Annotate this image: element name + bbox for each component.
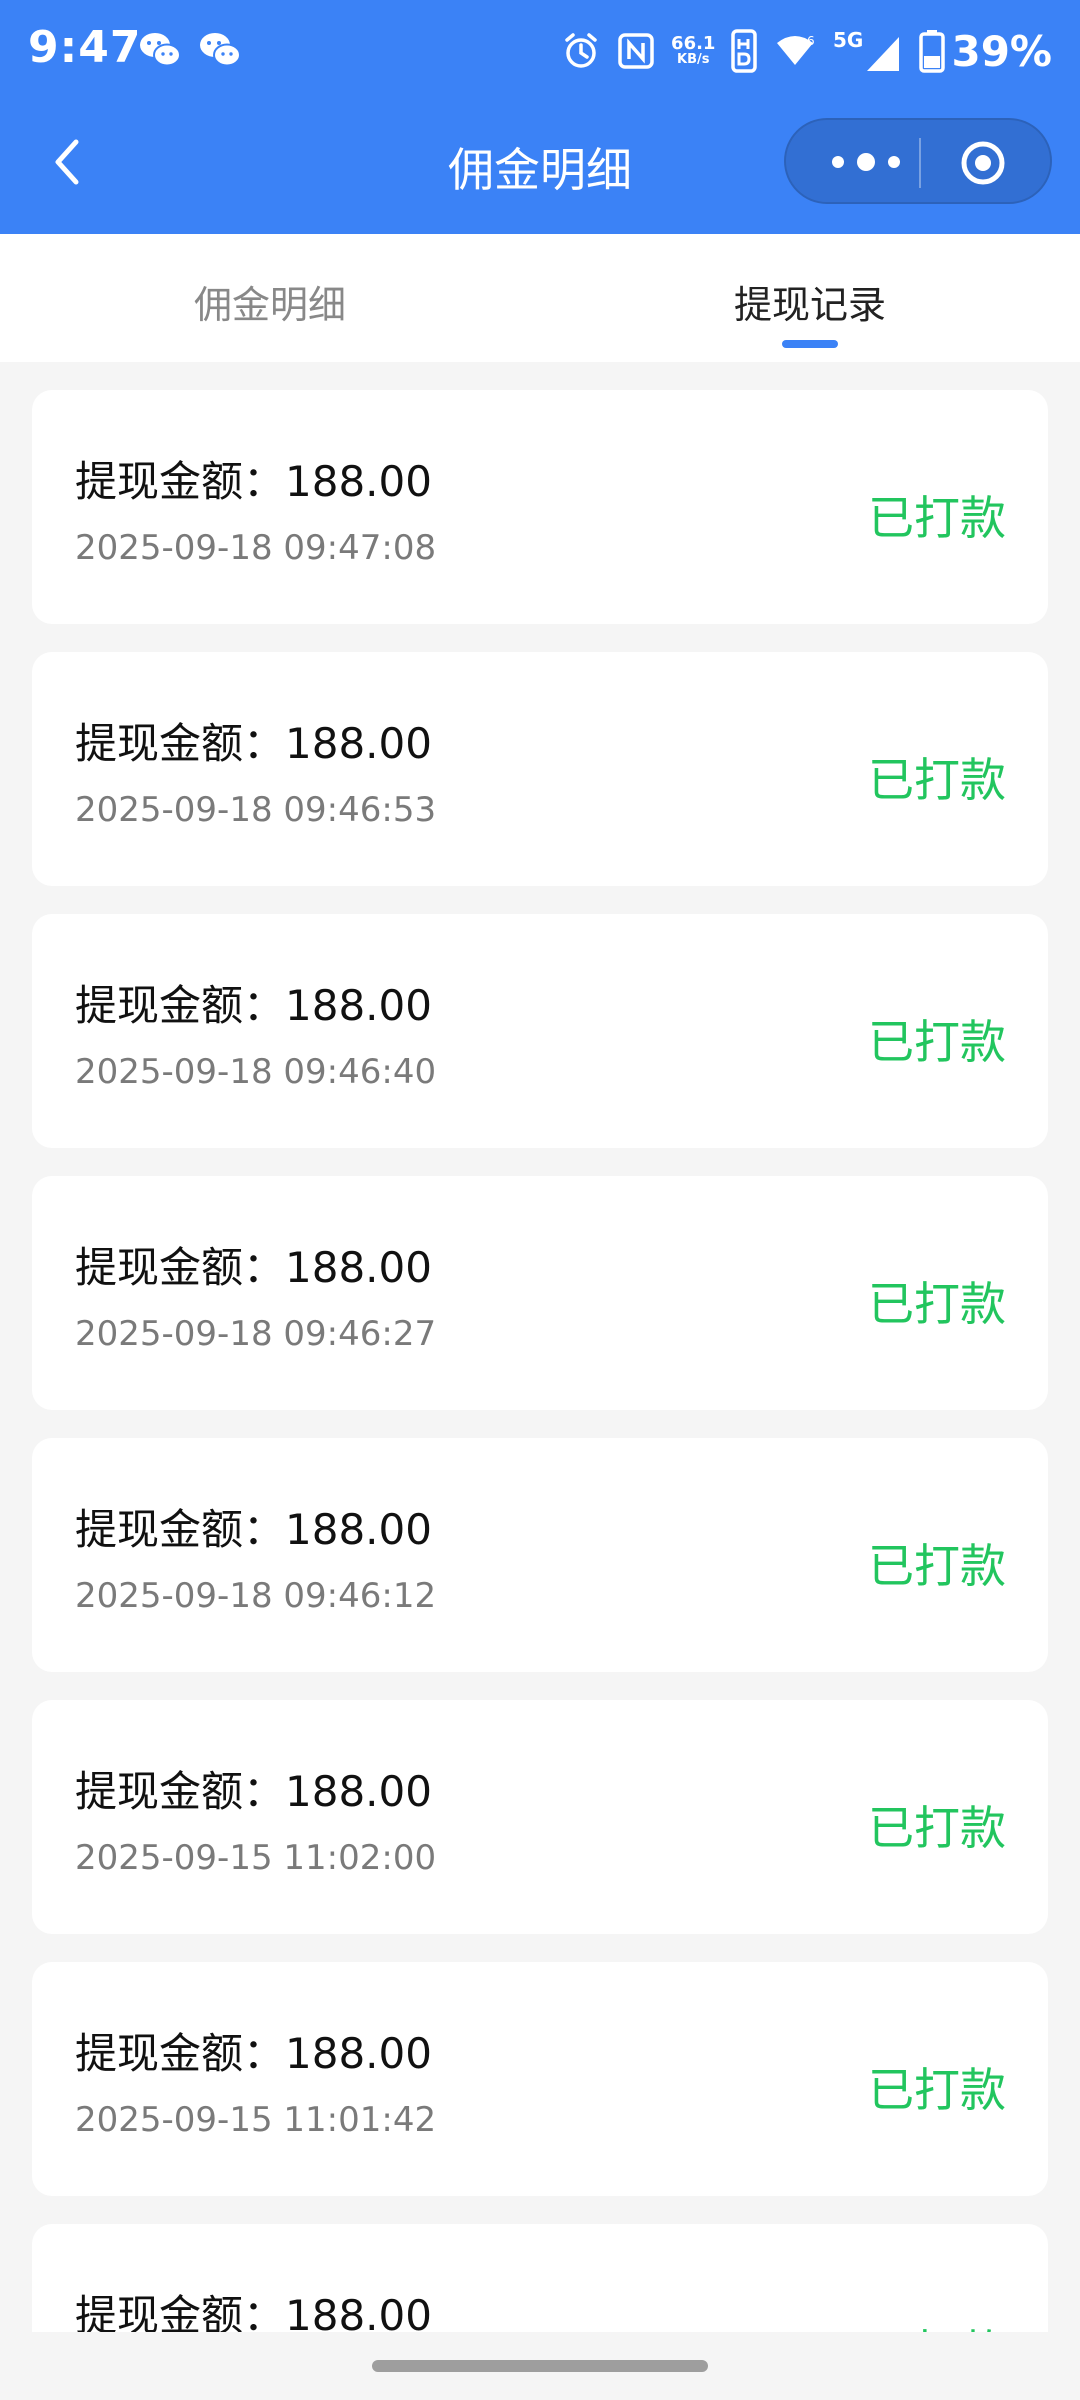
capsule-divider [919, 138, 921, 188]
list-item[interactable]: 提现金额：188.00 2025-09-18 09:47:08 已打款 [32, 390, 1048, 624]
status-badge: 已打款 [868, 2063, 1006, 2117]
withdrawal-date: 2025-09-18 09:46:27 [75, 1314, 437, 1354]
tab-withdrawal-records[interactable]: 提现记录 [660, 274, 960, 329]
status-badge: 已打款 [868, 1277, 1006, 1331]
status-bar: 9:47 66.1 KB/s 6 5G 39% [0, 0, 1080, 100]
withdrawal-amount: 提现金额：188.00 [75, 1767, 432, 1816]
active-tab-indicator [782, 340, 838, 348]
list-item[interactable]: 提现金额：188.00 2025-09-15 11:01:42 已打款 [32, 1962, 1048, 2196]
close-miniprogram-icon[interactable] [960, 140, 1006, 186]
wechat-notification-icon [200, 33, 241, 67]
home-indicator[interactable] [372, 2360, 708, 2372]
withdrawal-date: 2025-09-18 09:46:40 [75, 1052, 437, 1092]
list-item[interactable]: 提现金额：188.00 已打款 [32, 2224, 1048, 2332]
withdrawal-date: 2025-09-18 09:46:53 [75, 790, 437, 830]
battery-percent: 39% [951, 26, 1052, 76]
nfc-icon [618, 33, 654, 69]
list-item[interactable]: 提现金额：188.00 2025-09-18 09:46:53 已打款 [32, 652, 1048, 886]
list-item[interactable]: 提现金额：188.00 2025-09-15 11:02:00 已打款 [32, 1700, 1048, 1934]
status-time: 9:47 [28, 22, 142, 73]
nav-bar: 佣金明细 [0, 100, 1080, 234]
tab-bar: 佣金明细 提现记录 [0, 234, 1080, 362]
status-badge: 已打款 [868, 1801, 1006, 1855]
net-speed: 66.1 KB/s [671, 35, 715, 67]
list-item[interactable]: 提现金额：188.00 2025-09-18 09:46:12 已打款 [32, 1438, 1048, 1672]
miniprogram-capsule [784, 118, 1052, 204]
status-badge: 已打款 [868, 1539, 1006, 1593]
cellular-5g-icon: 5G [833, 29, 900, 71]
withdrawal-amount: 提现金额：188.00 [75, 719, 432, 768]
withdrawal-list[interactable]: 提现金额：188.00 2025-09-18 09:47:08 已打款 提现金额… [32, 390, 1048, 2332]
status-badge: 已打款 [868, 2316, 1006, 2332]
withdrawal-amount: 提现金额：188.00 [75, 981, 432, 1030]
withdrawal-date: 2025-09-15 11:02:00 [75, 1838, 437, 1878]
withdrawal-amount: 提现金额：188.00 [75, 457, 432, 506]
status-badge: 已打款 [868, 491, 1006, 545]
withdrawal-date: 2025-09-18 09:47:08 [75, 528, 437, 568]
withdrawal-date: 2025-09-15 11:01:42 [75, 2100, 437, 2140]
withdrawal-amount: 提现金额：188.00 [75, 1505, 432, 1554]
status-badge: 已打款 [868, 1015, 1006, 1069]
withdrawal-amount: 提现金额：188.00 [75, 1243, 432, 1292]
wifi-icon: 6 [777, 34, 815, 65]
status-badge: 已打款 [868, 753, 1006, 807]
list-item[interactable]: 提现金额：188.00 2025-09-18 09:46:27 已打款 [32, 1176, 1048, 1410]
battery: 39% [919, 27, 1052, 76]
app-header: 9:47 66.1 KB/s 6 5G 39% 佣金明细 [0, 0, 1080, 234]
withdrawal-amount: 提现金额：188.00 [75, 2029, 432, 2078]
net-speed-value: 66.1 [671, 33, 716, 54]
network-label: 5G [833, 29, 863, 52]
hd-icon [731, 29, 758, 73]
more-options-icon[interactable] [826, 140, 906, 184]
withdrawal-amount: 提现金额：188.00 [75, 2291, 432, 2332]
battery-icon [919, 30, 946, 73]
svg-text:6: 6 [807, 34, 815, 48]
tab-commission-details[interactable]: 佣金明细 [120, 274, 420, 329]
alarm-icon [565, 33, 597, 68]
withdrawal-date: 2025-09-18 09:46:12 [75, 1576, 437, 1616]
net-speed-unit: KB/s [677, 52, 710, 67]
list-item[interactable]: 提现金额：188.00 2025-09-18 09:46:40 已打款 [32, 914, 1048, 1148]
status-icons: 66.1 KB/s 6 5G 39% [561, 24, 1052, 78]
wechat-notification-icon [140, 33, 181, 67]
